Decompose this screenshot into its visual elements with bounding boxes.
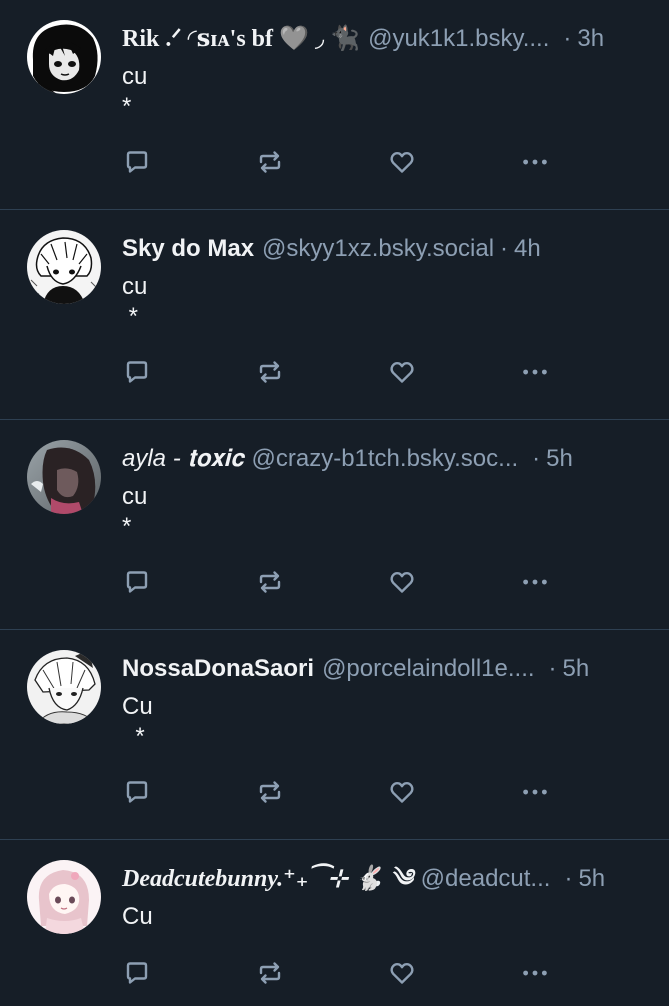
reply-button[interactable] — [122, 567, 152, 597]
reply-icon — [126, 962, 148, 984]
like-icon — [390, 781, 414, 803]
like-icon — [390, 571, 414, 593]
like-button[interactable] — [387, 147, 417, 177]
avatar[interactable] — [27, 230, 101, 304]
separator: · — [563, 25, 572, 52]
manga-avatar-image — [27, 230, 101, 304]
post-actions — [122, 958, 562, 988]
post-actions — [122, 777, 562, 807]
feed-post[interactable]: NossaDonaSaori @porcelaindoll1e.... · 5h… — [0, 630, 669, 840]
pink-anime-avatar-image — [27, 860, 101, 934]
reply-icon — [126, 571, 148, 593]
more-options-button[interactable] — [520, 567, 550, 597]
post-header: ayla - 𝐭𝐨𝐱𝐢𝐜 @crazy-b1tch.bsky.soc... · … — [122, 442, 643, 476]
display-name[interactable]: NossaDonaSaori — [122, 652, 314, 686]
repost-button[interactable] — [255, 357, 285, 387]
feed-post[interactable]: ayla - 𝐭𝐨𝐱𝐢𝐜 @crazy-b1tch.bsky.soc... · … — [0, 420, 669, 630]
handle[interactable]: @deadcut... — [421, 862, 551, 896]
like-icon — [390, 361, 414, 383]
reply-button[interactable] — [122, 147, 152, 177]
reply-icon — [126, 151, 148, 173]
post-text: Cu — [122, 903, 153, 930]
like-icon — [390, 151, 414, 173]
feed-post[interactable]: Rik .ᐟ ◜ꜱɪᴀ's bf 🩶 ◞ 🐈‍⬛ @yuk1k1.bsky...… — [0, 0, 669, 210]
more-options-button[interactable] — [520, 147, 550, 177]
like-button[interactable] — [387, 777, 417, 807]
feed-post[interactable]: Deadcutebunny.⁺₊⁀⊹ 🐇 ༄ @deadcut... · 5h … — [0, 840, 669, 1006]
more-options-button[interactable] — [520, 777, 550, 807]
post-header: Sky do Max @skyy1xz.bsky.social · 4h — [122, 232, 643, 266]
photo-avatar-image — [27, 440, 101, 514]
avatar[interactable] — [27, 20, 101, 94]
timestamp[interactable]: 4h — [514, 232, 541, 266]
repost-button[interactable] — [255, 958, 285, 988]
post-header: Rik .ᐟ ◜ꜱɪᴀ's bf 🩶 ◞ 🐈‍⬛ @yuk1k1.bsky...… — [122, 22, 643, 56]
post-header: NossaDonaSaori @porcelaindoll1e.... · 5h — [122, 652, 643, 686]
reply-icon — [126, 361, 148, 383]
separator: · — [548, 655, 557, 682]
like-button[interactable] — [387, 567, 417, 597]
handle[interactable]: @skyy1xz.bsky.social — [262, 232, 494, 266]
post-text: cu * — [122, 63, 148, 120]
reply-button[interactable] — [122, 958, 152, 988]
reply-icon — [126, 781, 148, 803]
separator: · — [532, 445, 541, 472]
handle[interactable]: @crazy-b1tch.bsky.soc... — [252, 442, 519, 476]
avatar[interactable] — [27, 440, 101, 514]
display-name[interactable]: Rik .ᐟ ◜ꜱɪᴀ's bf 🩶 ◞ 🐈‍⬛ — [122, 22, 360, 56]
avatar[interactable] — [27, 650, 101, 724]
repost-icon — [259, 781, 281, 803]
timestamp[interactable]: 5h — [563, 652, 590, 686]
repost-button[interactable] — [255, 777, 285, 807]
repost-button[interactable] — [255, 147, 285, 177]
display-name[interactable]: Sky do Max — [122, 232, 254, 266]
repost-icon — [259, 151, 281, 173]
more-icon — [523, 579, 547, 585]
more-icon — [523, 159, 547, 165]
more-options-button[interactable] — [520, 958, 550, 988]
more-options-button[interactable] — [520, 357, 550, 387]
handle[interactable]: @yuk1k1.bsky.... — [368, 22, 549, 56]
post-actions — [122, 567, 562, 597]
handle[interactable]: @porcelaindoll1e.... — [322, 652, 534, 686]
post-actions — [122, 357, 562, 387]
sketch-avatar-image — [27, 650, 101, 724]
post-header: Deadcutebunny.⁺₊⁀⊹ 🐇 ༄ @deadcut... · 5h — [122, 862, 643, 896]
more-icon — [523, 970, 547, 976]
post-text: Cu * — [122, 693, 153, 750]
repost-icon — [259, 962, 281, 984]
timestamp[interactable]: 5h — [578, 862, 605, 896]
display-name[interactable]: ayla - 𝐭𝐨𝐱𝐢𝐜 — [122, 442, 244, 476]
repost-icon — [259, 571, 281, 593]
like-button[interactable] — [387, 357, 417, 387]
repost-icon — [259, 361, 281, 383]
more-icon — [523, 369, 547, 375]
post-text: cu * — [122, 273, 148, 330]
post-text: cu * — [122, 483, 148, 540]
timestamp[interactable]: 5h — [546, 442, 573, 476]
post-actions — [122, 147, 562, 177]
dark-anime-avatar-image — [27, 20, 101, 94]
reply-button[interactable] — [122, 357, 152, 387]
avatar[interactable] — [27, 860, 101, 934]
timestamp[interactable]: 3h — [577, 22, 604, 56]
feed-post[interactable]: Sky do Max @skyy1xz.bsky.social · 4h cu … — [0, 210, 669, 420]
separator: · — [564, 865, 573, 892]
display-name[interactable]: Deadcutebunny.⁺₊⁀⊹ 🐇 ༄ — [122, 862, 413, 896]
post-feed: Rik .ᐟ ◜ꜱɪᴀ's bf 🩶 ◞ 🐈‍⬛ @yuk1k1.bsky...… — [0, 0, 669, 1006]
reply-button[interactable] — [122, 777, 152, 807]
like-icon — [390, 962, 414, 984]
separator: · — [500, 235, 509, 262]
like-button[interactable] — [387, 958, 417, 988]
more-icon — [523, 789, 547, 795]
repost-button[interactable] — [255, 567, 285, 597]
